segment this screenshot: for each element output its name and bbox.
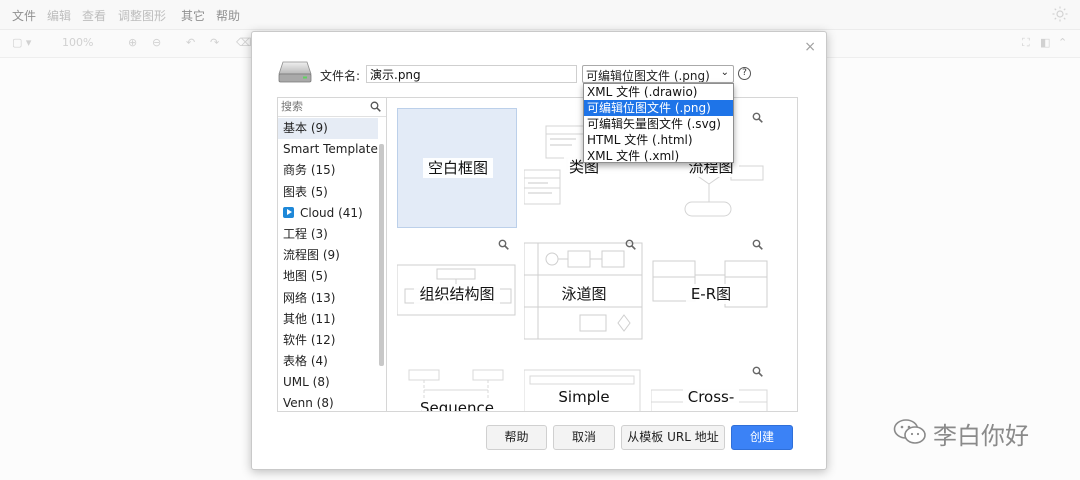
sidebar-scrollbar[interactable] — [379, 144, 384, 366]
preview-magnifier-icon[interactable] — [752, 239, 763, 250]
search-input[interactable] — [278, 98, 364, 115]
new-diagram-dialog: × 文件名: 可编辑位图文件 (.png) ⌄ ? XML 文件 (.drawi… — [251, 31, 827, 470]
format-option-drawio[interactable]: XML 文件 (.drawio) — [584, 84, 733, 100]
category-item-software[interactable]: 软件 (12) — [278, 330, 378, 351]
search-box — [278, 98, 386, 117]
category-item-flowchart[interactable]: 流程图 (9) — [278, 245, 378, 266]
template-label: Cross- — [682, 387, 740, 407]
format-select[interactable]: 可编辑位图文件 (.png) ⌄ — [582, 65, 734, 83]
category-item-smart-template[interactable]: Smart Template — [278, 139, 378, 160]
category-item-business[interactable]: 商务 (15) — [278, 160, 378, 181]
chevron-down-icon: ⌄ — [720, 67, 729, 78]
watermark: 李白你好 — [893, 414, 1053, 450]
template-sequence[interactable]: Sequence — [397, 362, 517, 411]
help-button[interactable]: 帮助 — [486, 425, 547, 450]
cancel-button[interactable]: 取消 — [553, 425, 615, 450]
format-selected-value: 可编辑位图文件 (.png) — [586, 69, 710, 83]
preview-magnifier-icon[interactable] — [625, 239, 636, 250]
template-label: 组织结构图 — [414, 284, 500, 304]
preview-magnifier-icon[interactable] — [752, 112, 763, 123]
preview-magnifier-icon[interactable] — [752, 366, 763, 377]
wechat-icon — [893, 419, 926, 444]
category-item-uml[interactable]: UML (8) — [278, 372, 378, 393]
search-icon — [370, 101, 381, 112]
cloud-play-icon — [283, 206, 294, 218]
create-button[interactable]: 创建 — [731, 425, 793, 450]
category-item-basic[interactable]: 基本 (9) — [278, 118, 378, 140]
template-er-diagram[interactable]: E-R图 — [651, 235, 771, 355]
category-list: 基本 (9) Smart Template 商务 (15) 图表 (5) Clo… — [278, 118, 378, 411]
template-label: 空白框图 — [422, 158, 493, 178]
category-item-other[interactable]: 其他 (11) — [278, 309, 378, 330]
category-item-engineering[interactable]: 工程 (3) — [278, 224, 378, 245]
format-option-svg[interactable]: 可编辑矢量图文件 (.svg) — [584, 116, 733, 132]
format-option-html[interactable]: HTML 文件 (.html) — [584, 132, 733, 148]
template-cross-functional[interactable]: Cross- — [651, 362, 771, 411]
hard-drive-icon — [278, 61, 312, 83]
category-sidebar: 基本 (9) Smart Template 商务 (15) 图表 (5) Clo… — [277, 97, 387, 412]
category-item-charts[interactable]: 图表 (5) — [278, 182, 378, 203]
template-simple[interactable]: Simple — [524, 362, 644, 411]
category-item-cloud[interactable]: Cloud (41) — [278, 203, 378, 224]
format-dropdown-list: XML 文件 (.drawio) 可编辑位图文件 (.png) 可编辑矢量图文件… — [583, 83, 734, 163]
category-item-venn[interactable]: Venn (8) — [278, 393, 378, 411]
format-option-xml[interactable]: XML 文件 (.xml) — [584, 148, 733, 164]
category-item-cloud-label: Cloud (41) — [300, 205, 363, 220]
preview-magnifier-icon[interactable] — [498, 239, 509, 250]
filename-label: 文件名: — [320, 69, 361, 83]
template-label: E-R图 — [685, 284, 737, 304]
template-org-chart[interactable]: 组织结构图 — [397, 235, 517, 355]
filename-input[interactable] — [366, 65, 577, 83]
template-label: Sequence — [415, 398, 499, 411]
template-url-button[interactable]: 从模板 URL 地址 — [621, 425, 725, 450]
watermark-text: 李白你好 — [933, 422, 1029, 450]
template-label: Simple — [553, 387, 615, 407]
category-item-tables[interactable]: 表格 (4) — [278, 351, 378, 372]
category-item-maps[interactable]: 地图 (5) — [278, 266, 378, 287]
category-item-network[interactable]: 网络 (13) — [278, 288, 378, 309]
help-circle-icon[interactable]: ? — [738, 67, 751, 80]
close-icon[interactable]: × — [804, 40, 816, 54]
format-option-png[interactable]: 可编辑位图文件 (.png) — [584, 100, 733, 116]
template-swimlane[interactable]: 泳道图 — [524, 235, 644, 355]
template-blank[interactable]: 空白框图 — [397, 108, 517, 228]
template-label: 泳道图 — [556, 284, 612, 304]
